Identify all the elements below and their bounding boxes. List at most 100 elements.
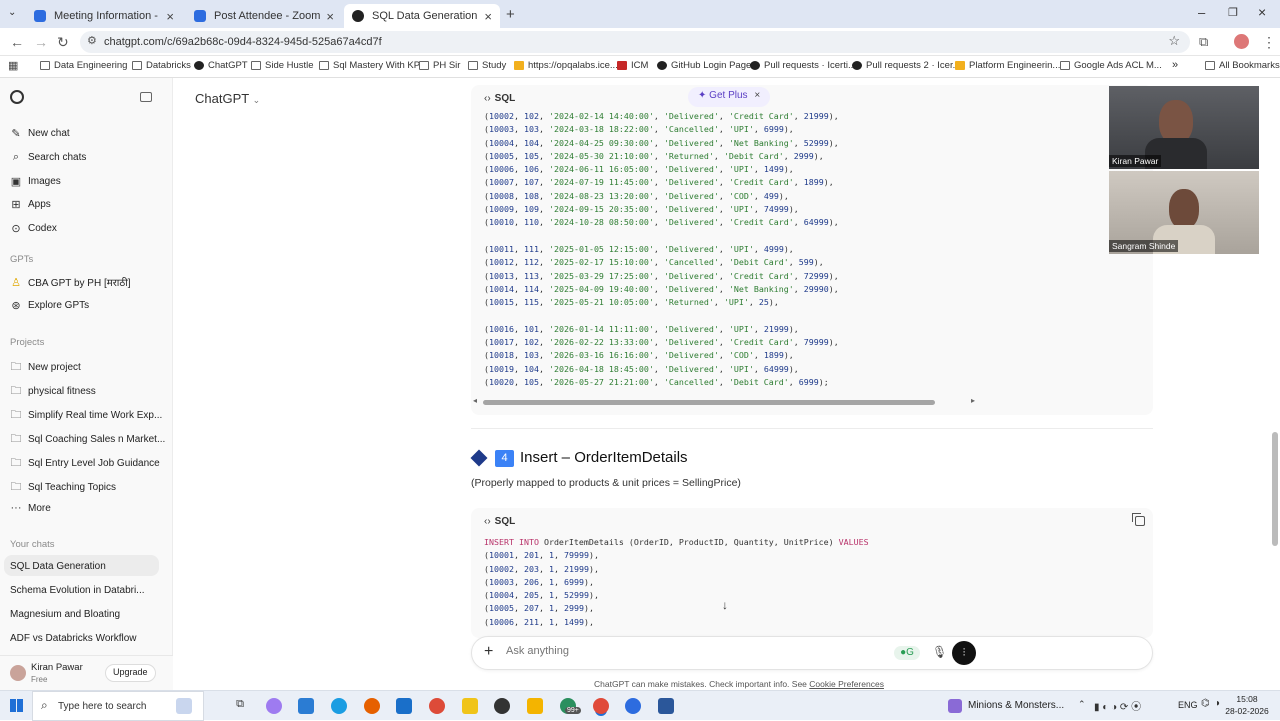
close-tab-icon[interactable]: ×	[484, 9, 492, 24]
bookmark-chatgpt[interactable]: ChatGPT	[194, 60, 248, 71]
project-item[interactable]: 🗀 Sql Entry Level Job Guidance	[10, 454, 160, 473]
chat-item[interactable]: ADF vs Databricks Workflow	[10, 633, 160, 644]
clock-time[interactable]: 15:08	[1230, 694, 1264, 704]
firefox-icon[interactable]	[364, 698, 380, 714]
bookmark-pull-requests[interactable]: Pull requests · Icerti...	[750, 60, 856, 71]
bookmark-sql-mastery[interactable]: Sql Mastery With KP	[319, 60, 420, 71]
bookmark-opqalabs[interactable]: https://opqalabs.ice...	[514, 60, 618, 71]
apps-button[interactable]: ⊞ Apps	[10, 198, 50, 211]
bookmark-databricks[interactable]: Databricks	[132, 60, 191, 71]
windows-start-icon[interactable]	[10, 699, 23, 712]
word-icon[interactable]	[658, 698, 674, 714]
chevron-up-icon[interactable]: ⌃	[1078, 699, 1086, 710]
reload-icon[interactable]: ↻	[57, 34, 69, 50]
images-button[interactable]: ▣ Images	[10, 175, 61, 188]
upgrade-button[interactable]: Upgrade	[105, 664, 156, 682]
outlook-icon[interactable]	[298, 698, 314, 714]
project-item[interactable]: 🗀 Simplify Real time Work Exp...	[10, 406, 163, 425]
grammarly-icon[interactable]: ●G	[894, 646, 920, 660]
copy-code-icon[interactable]	[1132, 513, 1145, 526]
close-sidebar-icon[interactable]	[140, 92, 152, 102]
back-icon[interactable]: ←	[10, 34, 24, 50]
apps-grid-icon[interactable]: ▦	[8, 59, 18, 72]
github-icon[interactable]	[494, 698, 510, 714]
site-info-icon[interactable]: ⚙	[87, 34, 97, 47]
all-bookmarks[interactable]: All Bookmarks	[1205, 60, 1280, 71]
bookmark-ph-sir[interactable]: PH Sir	[419, 60, 460, 71]
app-icon[interactable]	[396, 698, 412, 714]
clock-date[interactable]: 28-02-2026	[1222, 706, 1272, 716]
chrome-icon[interactable]	[429, 698, 445, 714]
prompt-input[interactable]	[506, 645, 886, 657]
codex-button[interactable]: ⊙ Codex	[10, 222, 57, 235]
restore-button[interactable]: ❐	[1228, 6, 1238, 19]
horizontal-scrollbar[interactable]	[483, 400, 935, 405]
chrome-active-icon[interactable]	[593, 698, 609, 714]
bookmark-platform-engineering[interactable]: Platform Engineerin...	[955, 60, 1060, 71]
volume-icon[interactable]: ◗	[1215, 698, 1221, 709]
language-indicator[interactable]: ENG	[1178, 700, 1198, 710]
tab-sql-data-generation[interactable]: SQL Data Generation ×	[344, 4, 500, 28]
search-chats-button[interactable]: ⌕ Search chats	[10, 151, 86, 164]
copilot-icon[interactable]	[176, 698, 192, 714]
bookmark-icm[interactable]: ICM	[617, 60, 648, 71]
close-tab-icon[interactable]: ×	[166, 9, 174, 24]
chat-item[interactable]: Schema Evolution in Databri...	[10, 585, 160, 596]
chat-item-selected[interactable]: SQL Data Generation	[10, 561, 160, 572]
new-tab-button[interactable]: +	[506, 6, 515, 23]
whatsapp-icon[interactable]: 99+	[560, 698, 581, 714]
gpt-item-cba[interactable]: ♙ CBA GPT by PH [मराठी]	[10, 275, 131, 290]
browser-menu-icon[interactable]: ⋮	[1262, 34, 1276, 50]
explore-gpts-button[interactable]: ⊛ Explore GPTs	[10, 299, 89, 312]
close-tab-icon[interactable]: ×	[326, 9, 334, 24]
bookmark-side-hustle[interactable]: Side Hustle	[251, 60, 314, 71]
new-chat-button[interactable]: ✎ New chat	[10, 127, 69, 140]
chat-item[interactable]: Magnesium and Bloating	[10, 609, 160, 620]
project-item[interactable]: 🗀 Sql Teaching Topics	[10, 478, 117, 497]
tab-meeting-info[interactable]: Meeting Information - Zoom ×	[26, 4, 182, 28]
forward-icon[interactable]: →	[34, 34, 48, 50]
scroll-down-arrow-icon[interactable]: ↓	[722, 598, 728, 612]
task-view-icon[interactable]: ⧉	[232, 698, 248, 714]
get-plus-button[interactable]: ✦ Get Plus ×	[688, 87, 771, 107]
cookie-preferences-link[interactable]: Cookie Preferences	[809, 679, 884, 689]
new-project-button[interactable]: 🗀 New project	[10, 358, 81, 377]
dismiss-icon[interactable]: ×	[754, 90, 760, 101]
app-icon[interactable]	[462, 698, 478, 714]
chatgpt-logo-icon[interactable]	[10, 90, 24, 104]
voice-mode-button[interactable]: ⫶	[952, 641, 976, 665]
media-title[interactable]: Minions & Monsters...	[968, 700, 1064, 711]
network-icon[interactable]: ⌬	[1201, 698, 1210, 709]
bookmark-data-engineering[interactable]: Data Engineering	[40, 60, 127, 71]
plus-icon[interactable]: +	[484, 643, 493, 661]
more-projects-button[interactable]: ··· More	[10, 502, 51, 514]
close-window-button[interactable]: ×	[1258, 4, 1266, 20]
tab-post-attendee[interactable]: Post Attendee - Zoom ×	[186, 4, 342, 28]
video-tile-1[interactable]: Kiran Pawar	[1109, 86, 1259, 169]
scroll-right-icon[interactable]: ▸	[971, 396, 975, 405]
address-bar[interactable]: ⚙ chatgpt.com/c/69a2b68c-09d4-8324-945d-…	[80, 31, 1190, 53]
tray-icons[interactable]: ▮ ◐ ◑ ⟳ ⦿	[1094, 698, 1141, 713]
minimize-button[interactable]: –	[1198, 5, 1205, 20]
app-icon[interactable]	[266, 698, 282, 714]
project-item[interactable]: 🗀 physical fitness	[10, 382, 96, 401]
bookmark-study[interactable]: Study	[468, 60, 506, 71]
bookmark-pull-requests-2[interactable]: Pull requests 2 · Icer...	[852, 60, 961, 71]
microphone-icon[interactable]: 🎙	[932, 645, 947, 659]
bookmark-google-ads[interactable]: Google Ads ACL M...	[1060, 60, 1162, 71]
scroll-left-icon[interactable]: ◂	[473, 396, 477, 405]
bookmark-star-icon[interactable]: ☆	[1168, 33, 1180, 49]
zoom-icon[interactable]	[625, 698, 641, 714]
page-scrollbar[interactable]	[1272, 432, 1278, 546]
more-bookmarks-icon[interactable]: »	[1172, 59, 1178, 71]
profile-avatar[interactable]	[1234, 34, 1249, 49]
tab-search-icon[interactable]: ⌄	[8, 7, 16, 18]
edge-icon[interactable]	[331, 698, 347, 714]
extensions-icon[interactable]: ⧉	[1199, 34, 1208, 50]
bookmark-github-login[interactable]: GitHub Login Page	[657, 60, 751, 71]
video-tile-2[interactable]: Sangram Shinde	[1109, 171, 1259, 254]
file-explorer-icon[interactable]	[527, 698, 543, 714]
model-selector[interactable]: ChatGPT ⌄	[195, 91, 260, 106]
project-item[interactable]: 🗀 Sql Coaching Sales n Market...	[10, 430, 166, 449]
user-panel[interactable]: Kiran Pawar Free Upgrade	[0, 655, 173, 690]
